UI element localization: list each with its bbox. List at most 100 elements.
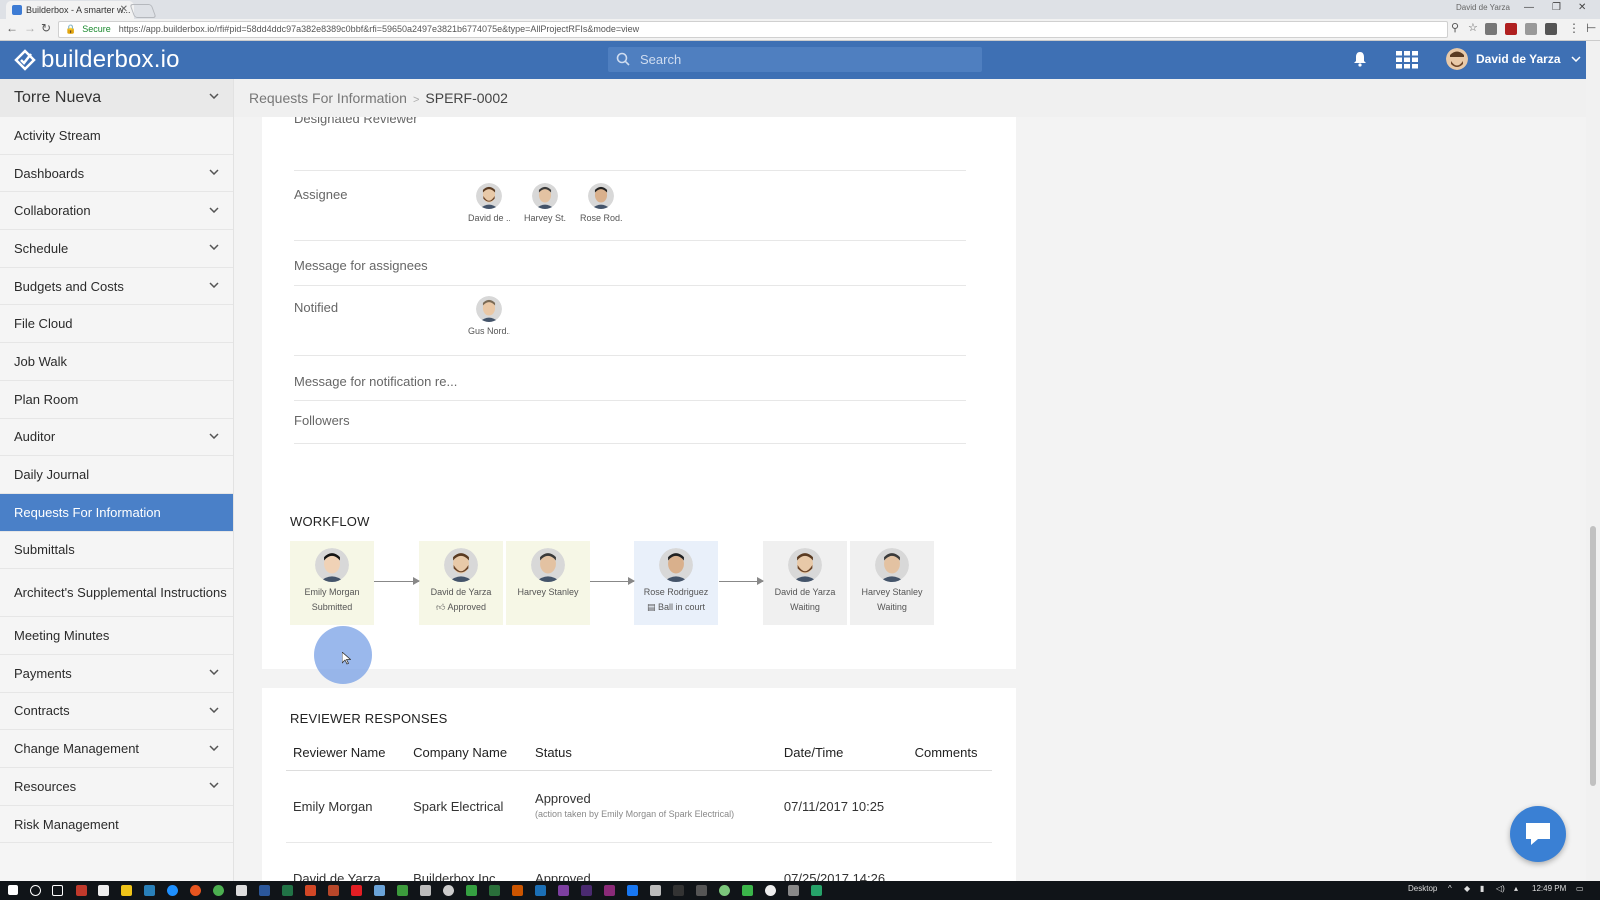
tray-chevron-icon[interactable]: ^ <box>1448 884 1452 893</box>
app-icon[interactable] <box>742 885 753 896</box>
indesign-icon[interactable] <box>604 885 615 896</box>
message-assignees-row[interactable]: Message for assignees <box>294 241 966 286</box>
close-tab-icon[interactable]: ✕ <box>120 1 128 19</box>
workflow-step[interactable]: Harvey Stanley <box>506 541 590 625</box>
person-chip[interactable]: Rose Rod... <box>580 183 622 223</box>
app-icon[interactable] <box>627 885 638 896</box>
clock[interactable]: 12:49 PM <box>1532 884 1566 893</box>
chevron-down-icon[interactable] <box>209 169 219 176</box>
minimize-icon[interactable]: — <box>1524 2 1534 13</box>
page-scrollbar[interactable] <box>1586 41 1600 881</box>
extension-icon[interactable] <box>1525 23 1537 35</box>
chevron-down-icon[interactable] <box>209 707 219 713</box>
project-selector[interactable]: Torre Nueva <box>0 79 233 117</box>
sidebar-item-contracts[interactable]: Contracts <box>0 693 233 731</box>
chevron-down-icon[interactable] <box>209 282 219 289</box>
network-icon[interactable]: ▴ <box>1514 884 1518 893</box>
workflow-step[interactable]: Emily Morgan Submitted <box>290 541 374 625</box>
zoom-icon[interactable]: ⚲ <box>1451 21 1459 34</box>
logo[interactable]: builderbox.io <box>14 46 180 73</box>
extension-icon[interactable] <box>1485 23 1497 35</box>
sidebar-item-job-walk[interactable]: Job Walk <box>0 343 233 381</box>
desktop-toolbar-label[interactable]: Desktop <box>1408 884 1437 893</box>
workflow-step[interactable]: David de Yarza Waiting <box>763 541 847 625</box>
workflow-step[interactable]: Rose Rodriguez ▤ Ball in court <box>634 541 718 625</box>
app-icon[interactable] <box>236 885 247 896</box>
person-chip[interactable]: Harvey St... <box>524 183 566 223</box>
action-center-icon[interactable]: ▭ <box>1576 884 1584 893</box>
new-tab-button[interactable] <box>129 4 157 18</box>
dreamweaver-icon[interactable] <box>466 885 477 896</box>
app-icon[interactable] <box>98 885 109 896</box>
edge-icon[interactable] <box>167 885 178 896</box>
maximize-icon[interactable]: ❐ <box>1552 2 1561 13</box>
pdf-extension-icon[interactable] <box>1505 23 1517 35</box>
workflow-step[interactable]: David de Yarza 👍︎ Approved <box>419 541 503 625</box>
app-icon[interactable] <box>788 885 799 896</box>
sidebar-item-dashboards[interactable]: Dashboards <box>0 155 233 193</box>
premiere-icon[interactable] <box>558 885 569 896</box>
app-icon[interactable] <box>397 885 408 896</box>
app-icon[interactable] <box>443 885 454 896</box>
app-icon[interactable] <box>765 885 776 896</box>
tray-app-icon[interactable]: ▮ <box>1480 884 1484 893</box>
app-icon[interactable] <box>144 885 155 896</box>
sidebar-item-meeting-minutes[interactable]: Meeting Minutes <box>0 617 233 655</box>
app-icon[interactable] <box>489 885 500 896</box>
url-bar[interactable]: 🔒 Secure https://app.builderbox.io/rfi#pid… <box>58 21 1448 38</box>
sidebar-item-plan-room[interactable]: Plan Room <box>0 381 233 419</box>
file-explorer-icon[interactable] <box>121 885 132 896</box>
sidebar-item-budgets-and-costs[interactable]: Budgets and Costs <box>0 268 233 306</box>
user-menu[interactable]: David de Yarza <box>1446 48 1581 70</box>
person-chip[interactable]: David de ... <box>468 183 510 223</box>
column-header-status[interactable]: Status <box>528 736 777 771</box>
sidebar-item-activity-stream[interactable]: Activity Stream <box>0 117 233 155</box>
followers-row[interactable]: Followers <box>294 401 966 444</box>
message-notification-row[interactable]: Message for notification re... <box>294 356 966 401</box>
browser-menu-icon[interactable]: ⋮ <box>1568 21 1580 35</box>
search-input[interactable]: Search <box>608 47 982 72</box>
windows-start-icon[interactable] <box>8 885 18 895</box>
sidebar-item-resources[interactable]: Resources <box>0 768 233 806</box>
bookmark-star-icon[interactable]: ☆ <box>1468 21 1478 34</box>
chevron-down-icon[interactable] <box>209 433 219 439</box>
forward-icon[interactable]: → <box>24 21 36 35</box>
back-icon[interactable]: ← <box>6 21 18 35</box>
app-icon[interactable] <box>811 885 822 896</box>
column-header-company-name[interactable]: Company Name <box>406 736 529 771</box>
workflow-step[interactable]: Harvey Stanley Waiting <box>850 541 934 625</box>
photoshop-icon[interactable] <box>535 885 546 896</box>
sidebar-item-file-cloud[interactable]: File Cloud <box>0 305 233 344</box>
app-icon[interactable] <box>650 885 661 896</box>
chevron-down-icon[interactable] <box>209 782 219 789</box>
dropbox-icon[interactable]: ◆ <box>1464 884 1470 893</box>
app-icon[interactable] <box>673 885 684 896</box>
column-header-reviewer-name[interactable]: Reviewer Name <box>286 736 407 771</box>
sidebar-item-risk-management[interactable]: Risk Management <box>0 806 233 844</box>
acrobat-icon[interactable] <box>351 885 362 896</box>
breadcrumb-parent-link[interactable]: Requests For Information <box>249 90 407 106</box>
person-chip[interactable]: Gus Nord... <box>468 296 510 336</box>
app-icon[interactable] <box>696 885 707 896</box>
excel-icon[interactable] <box>282 885 293 896</box>
firefox-icon[interactable] <box>190 885 201 896</box>
app-icon[interactable] <box>374 885 385 896</box>
chevron-down-icon[interactable] <box>209 207 219 213</box>
app-icon[interactable] <box>76 885 87 896</box>
column-header-comments[interactable]: Comments <box>907 736 992 771</box>
sidebar-item-collaboration[interactable]: Collaboration <box>0 192 233 231</box>
sidebar-item-payments[interactable]: Payments <box>0 655 233 693</box>
chat-button[interactable] <box>1510 806 1566 862</box>
sidebar-item-architect-s-supplemental-instructions[interactable]: Architect's Supplemental Instructions <box>0 569 233 618</box>
sidebar-item-submittals[interactable]: Submittals <box>0 532 233 570</box>
pin-icon[interactable]: ⊢ <box>1586 21 1596 35</box>
app-icon[interactable] <box>420 885 431 896</box>
sidebar-item-change-management[interactable]: Change Management <box>0 730 233 768</box>
powerpoint-icon[interactable] <box>305 885 316 896</box>
sidebar-item-auditor[interactable]: Auditor <box>0 419 233 457</box>
reload-icon[interactable]: ↻ <box>41 21 51 35</box>
volume-icon[interactable]: ◁) <box>1496 884 1505 893</box>
cortana-icon[interactable] <box>30 885 41 896</box>
word-icon[interactable] <box>259 885 270 896</box>
browser-tab[interactable]: Builderbox - A smarter w... ✕ <box>6 1 134 19</box>
